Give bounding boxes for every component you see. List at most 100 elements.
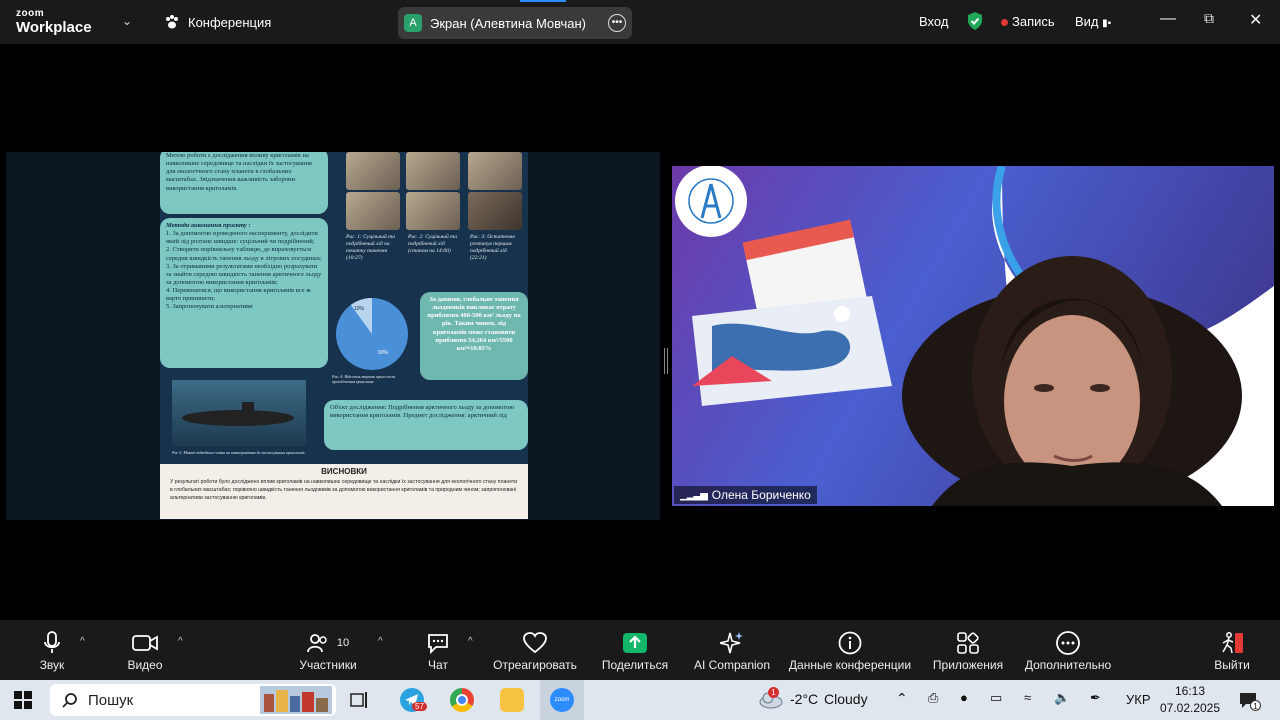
- experiment-photo: [406, 192, 460, 230]
- video-button[interactable]: Видео: [120, 628, 170, 672]
- sparkle-icon: [720, 632, 743, 654]
- methods-item: 5. Запропонувати альтернативи: [166, 303, 253, 311]
- conference-menu[interactable]: Конференция: [164, 14, 271, 30]
- clock[interactable]: 16:13 07.02.2025: [1158, 683, 1222, 717]
- record-button[interactable]: Запись: [1001, 14, 1055, 29]
- submarine-caption: Рис 5: Макет підводного човна як альтерн…: [172, 450, 305, 455]
- sharer-avatar: А: [404, 14, 422, 32]
- meeting-info-button[interactable]: Данные конференции: [784, 628, 916, 672]
- chrome-icon[interactable]: [450, 688, 474, 712]
- chat-options-caret-icon[interactable]: ^: [468, 636, 473, 647]
- photo-caption: Рис. 1: Суцільний та подрібнений лід на …: [346, 234, 395, 262]
- experiment-photo: [406, 152, 460, 190]
- wifi-icon[interactable]: ≈: [1024, 690, 1031, 705]
- pie-label: 90%: [378, 350, 389, 356]
- microphone-icon: [44, 631, 60, 653]
- pie-label: 10%: [354, 306, 365, 312]
- minimize-icon[interactable]: —: [1160, 10, 1176, 28]
- screen-share-pill[interactable]: А Экран (Алевтина Мовчан) •••: [398, 7, 632, 39]
- record-dot-icon: [1001, 19, 1008, 27]
- react-button[interactable]: Отреагировать: [490, 628, 580, 672]
- search-icon: [62, 693, 77, 708]
- ai-companion-button[interactable]: AI Companion: [690, 628, 774, 672]
- search-placeholder: Пошук: [88, 691, 134, 709]
- language-indicator[interactable]: УКР: [1126, 692, 1151, 707]
- weather-temp[interactable]: -2°C: [790, 691, 818, 707]
- close-icon[interactable]: ✕: [1249, 10, 1262, 30]
- more-options-icon[interactable]: •••: [608, 14, 626, 32]
- methods-item: 2. Створити порівняльну таблицю, де вира…: [166, 246, 322, 262]
- more-button[interactable]: Дополнительно: [1020, 628, 1116, 672]
- shared-slide: Метою роботи є дослідження впливу кригол…: [160, 152, 528, 519]
- method-box: Метою роботи є дослідження впливу кригол…: [160, 152, 328, 214]
- taskbar-search[interactable]: Пошук: [50, 684, 336, 716]
- methods-item: 1. За допомогою проведеного експерименту…: [166, 230, 318, 246]
- experiment-photo: [346, 192, 400, 230]
- audio-options-caret-icon[interactable]: ^: [80, 636, 85, 647]
- photo-caption: Рис. 2: Суцільний та подрібнений лід (ст…: [408, 234, 457, 255]
- object-box: Об'єкт дослідження: Подрібнення арктично…: [324, 400, 528, 450]
- chevron-down-icon[interactable]: ⌄: [122, 14, 132, 28]
- signal-bars-icon: ▁▂▃▅: [680, 489, 708, 501]
- paw-icon: [166, 15, 178, 29]
- weather-badge: 1: [768, 687, 779, 698]
- shield-check-icon[interactable]: [966, 11, 984, 31]
- meeting-toolbar: Звук ^ Видео ^ 10 Участники ^ Чат ^ Отре…: [0, 620, 1280, 680]
- zoom-taskbar-active[interactable]: zoom: [540, 680, 584, 720]
- tray-expand-icon[interactable]: ⌃: [896, 690, 908, 707]
- resize-handle[interactable]: [664, 348, 668, 374]
- more-icon: [1056, 631, 1080, 655]
- participants-icon: [306, 634, 327, 653]
- conclusions-box: ВИСНОВКИ У результаті роботи було дослід…: [160, 464, 528, 519]
- apps-button[interactable]: Приложения: [928, 628, 1008, 672]
- zoom-logo: zoom Workplace: [16, 8, 92, 36]
- participants-count: 10: [336, 637, 350, 649]
- heart-icon: [523, 632, 547, 654]
- chat-button[interactable]: Чат: [416, 628, 460, 672]
- photo-caption: Рис. 3: Остаточно розтанув першим подріб…: [470, 234, 516, 262]
- video-options-caret-icon[interactable]: ^: [178, 636, 183, 647]
- finding-box: За даними, глобальне танення льодовиків …: [420, 292, 528, 380]
- conference-label: Конференция: [188, 14, 272, 30]
- participants-button[interactable]: 10 Участники: [292, 628, 364, 672]
- chat-icon: [428, 634, 448, 654]
- windows-start-icon[interactable]: [14, 691, 32, 709]
- login-button[interactable]: Вход: [919, 14, 948, 29]
- screen-share-label: Экран (Алевтина Мовчан): [430, 15, 586, 31]
- title-bar: zoom Workplace ⌄ Конференция А Экран (Ал…: [0, 0, 1280, 44]
- telegram-badge: 57: [412, 702, 427, 711]
- active-indicator: [520, 0, 566, 2]
- leave-button[interactable]: Выйти: [1208, 628, 1256, 672]
- pie-caption: Рис. 4: Відсоток втрати криги після прох…: [332, 374, 395, 385]
- microphone-tray-icon[interactable]: ●: [960, 690, 968, 705]
- weather-desc[interactable]: Cloudy: [824, 691, 868, 707]
- clock-time: 16:13: [1174, 684, 1206, 698]
- methods-box: Методи виконання проєкту : 1. За допомог…: [160, 218, 328, 368]
- file-explorer-icon[interactable]: [500, 688, 524, 712]
- leave-icon: [1222, 632, 1243, 654]
- view-grid-icon: ▮▪: [1102, 18, 1112, 29]
- view-button[interactable]: Вид ▮▪: [1075, 14, 1111, 29]
- clock-date: 07.02.2025: [1159, 701, 1221, 715]
- battery-icon[interactable]: ▭: [990, 690, 1002, 706]
- share-button[interactable]: Поделиться: [598, 628, 672, 672]
- methods-item: 3. За отриманими результатами необхідно …: [166, 262, 322, 286]
- device-icon[interactable]: ⎙: [928, 690, 938, 706]
- methods-item: 4. Переконатися, що використання кригола…: [166, 287, 311, 303]
- video-background: [692, 166, 1274, 506]
- task-view-icon[interactable]: [350, 690, 370, 710]
- zoom-app-icon: zoom: [550, 688, 574, 712]
- info-icon: [838, 631, 862, 655]
- camera-icon: [132, 635, 158, 651]
- pie-chart: 10% 90%: [336, 298, 408, 370]
- notifications-badge: 1: [1250, 700, 1261, 711]
- volume-icon[interactable]: 🔈: [1054, 690, 1070, 706]
- windows-taskbar: Пошук 57 zoom 1 -2°C Cloudy ⌃ ⎙ ● ▭ ≈ 🔈 …: [0, 680, 1280, 720]
- restore-icon[interactable]: ⧉: [1204, 10, 1214, 27]
- audio-button[interactable]: Звук: [28, 628, 76, 672]
- participant-video[interactable]: [672, 166, 1274, 506]
- pen-icon[interactable]: ✒: [1090, 690, 1101, 706]
- participants-options-caret-icon[interactable]: ^: [378, 636, 383, 647]
- experiment-photo: [468, 152, 522, 190]
- experiment-photo: [346, 152, 400, 190]
